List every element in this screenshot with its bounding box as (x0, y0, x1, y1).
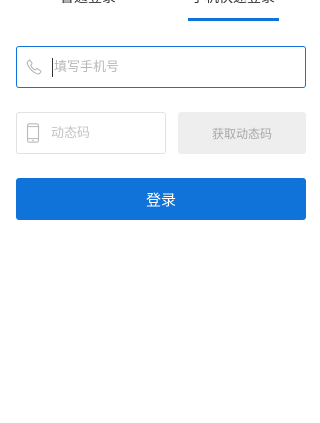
code-input[interactable] (51, 114, 159, 152)
login-page: 普通登录 手机快速登录 获取动态码 登录 (0, 0, 313, 423)
phone-field[interactable] (16, 46, 306, 88)
get-code-button[interactable]: 获取动态码 (178, 112, 306, 154)
mobile-device-icon (26, 123, 40, 143)
login-button[interactable]: 登录 (16, 178, 306, 220)
tab-normal-login[interactable]: 普通登录 (60, 0, 116, 8)
phone-input[interactable] (54, 48, 299, 86)
code-field[interactable] (16, 112, 166, 154)
tab-phone-login[interactable]: 手机快速登录 (191, 0, 275, 8)
active-tab-indicator (188, 18, 279, 21)
phone-handset-icon (26, 59, 42, 75)
text-cursor (52, 58, 53, 77)
login-tab-bar: 普通登录 手机快速登录 (0, 0, 313, 22)
